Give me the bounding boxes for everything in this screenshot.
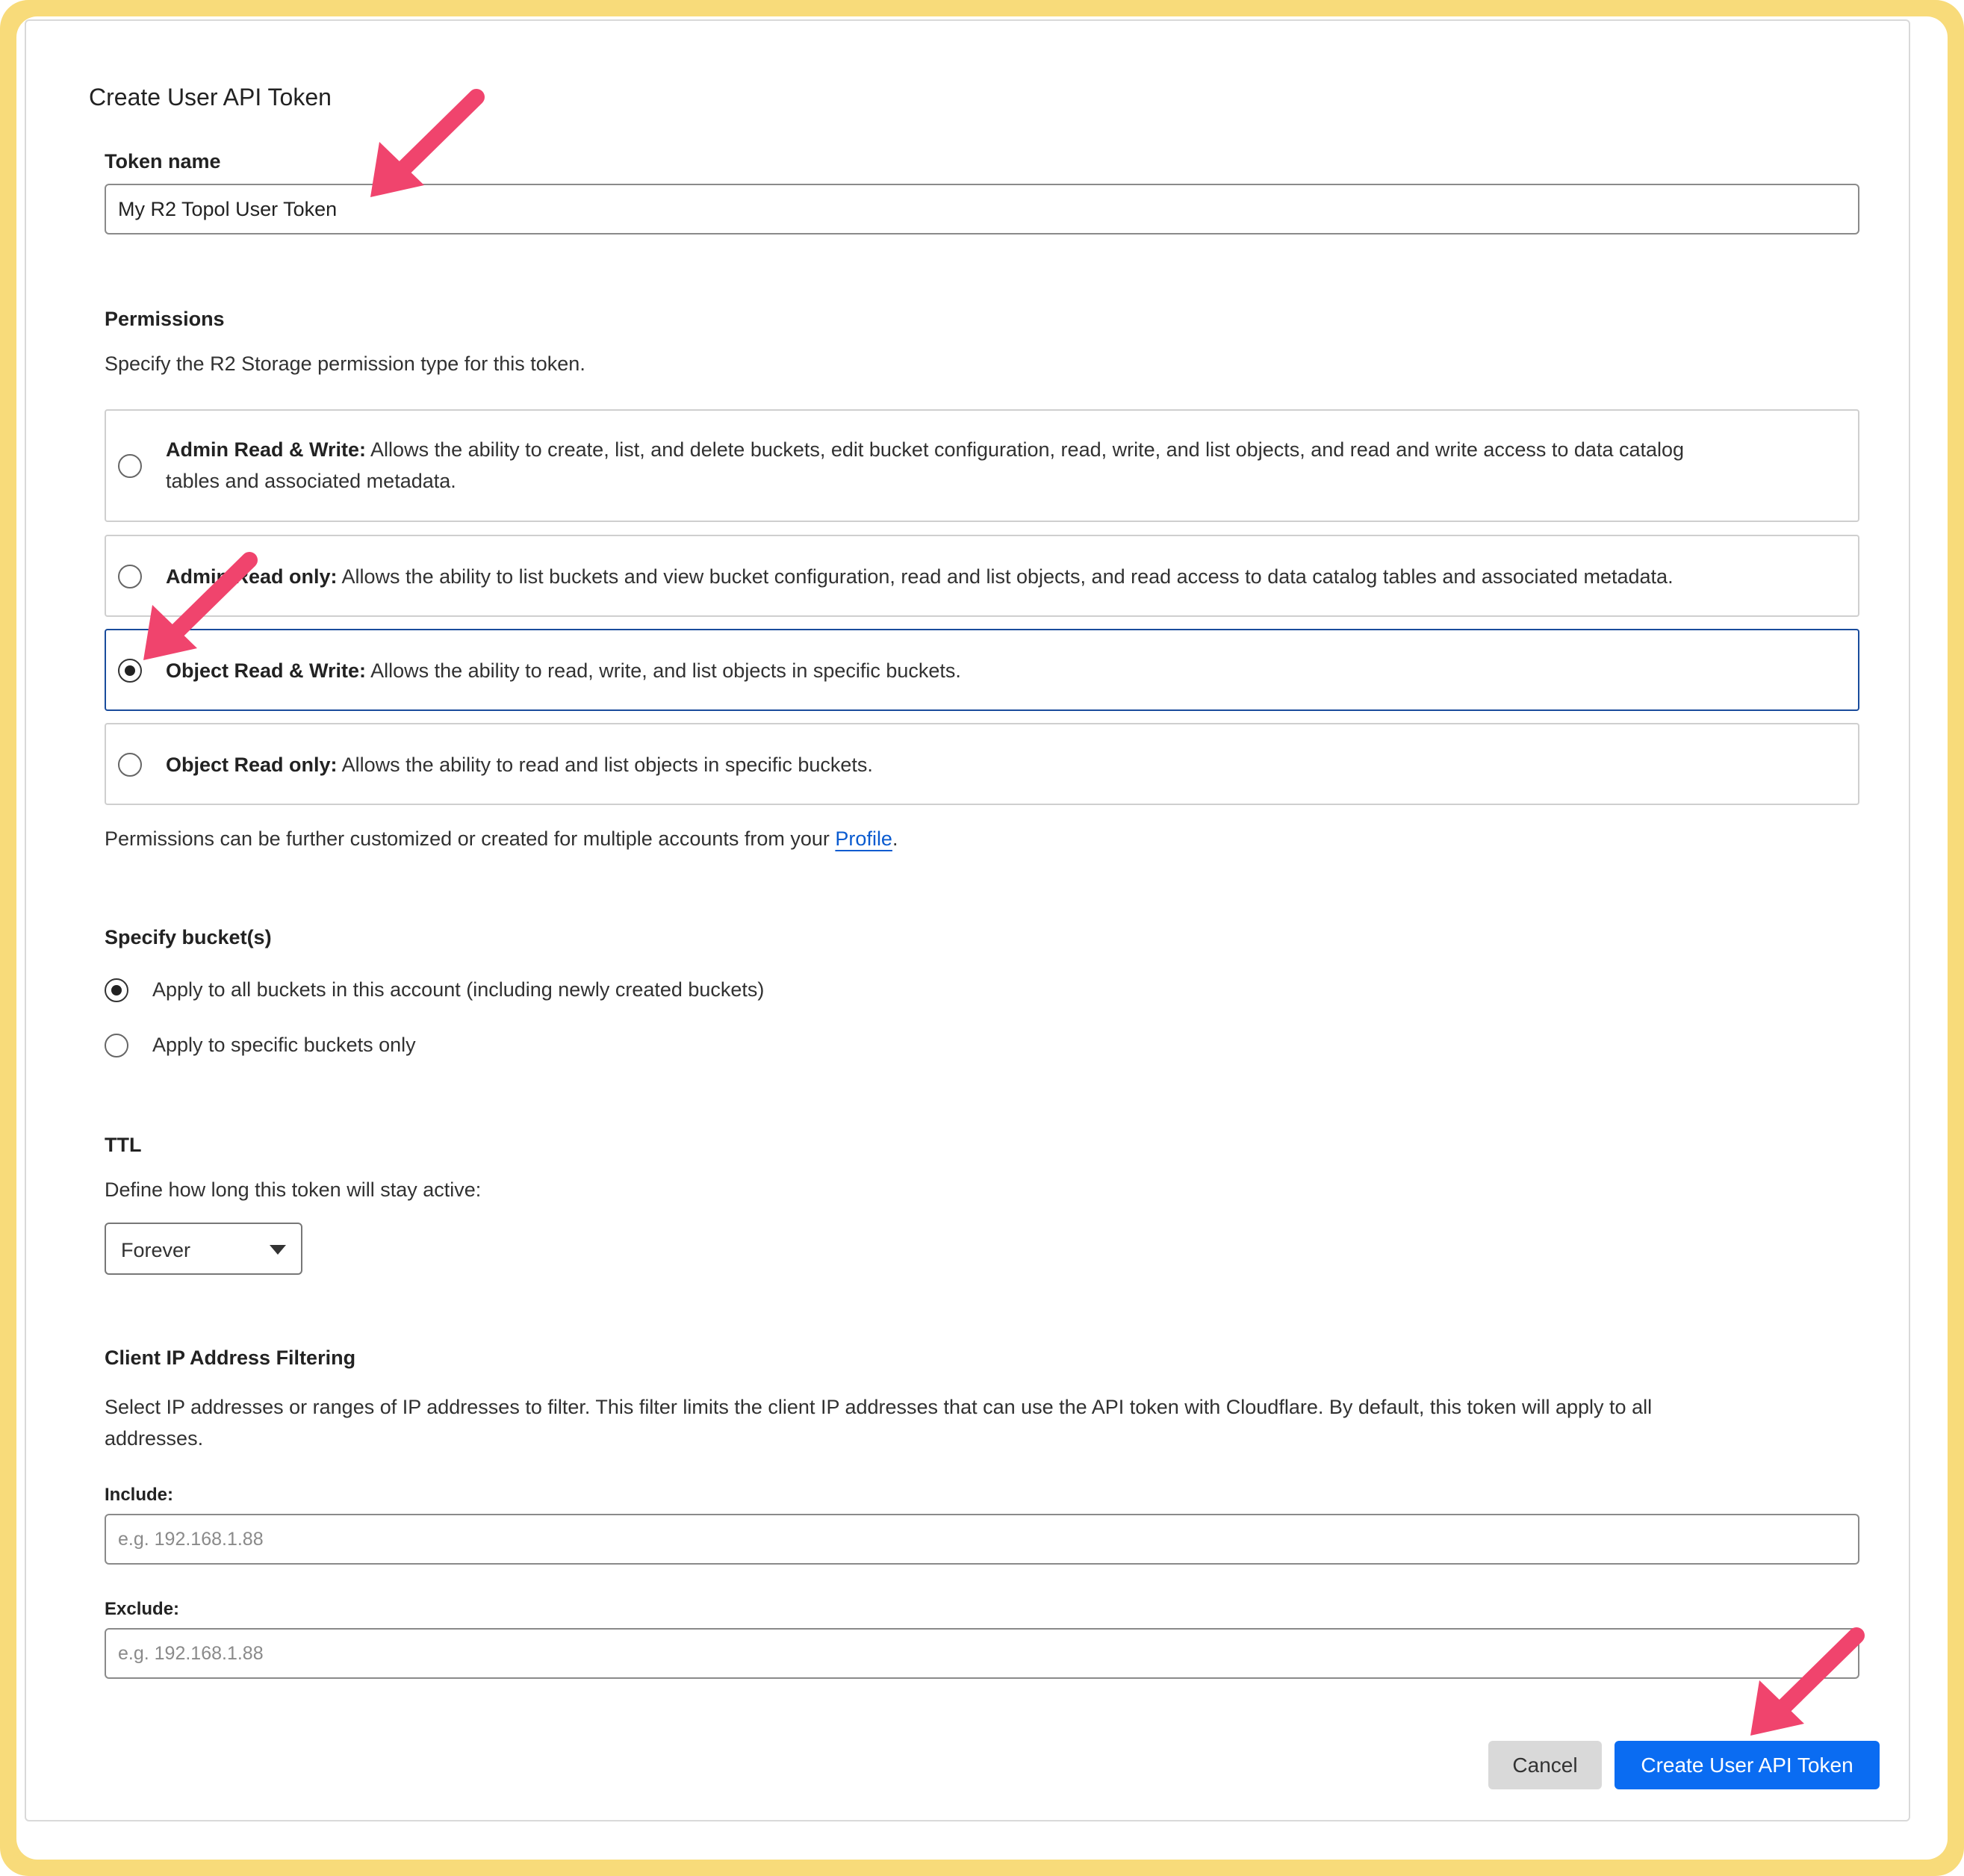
token-name-label: Token name bbox=[105, 150, 221, 173]
admin-read-write-text: Admin Read & Write: Allows the ability t… bbox=[166, 434, 1846, 497]
chevron-down-icon bbox=[270, 1245, 286, 1255]
permissions-footnote-suffix: . bbox=[892, 827, 898, 850]
cancel-button[interactable]: Cancel bbox=[1488, 1741, 1602, 1789]
object-read-only-radio[interactable] bbox=[118, 753, 142, 777]
ttl-description: Define how long this token will stay act… bbox=[105, 1178, 482, 1201]
object-read-only-name: Object Read only: bbox=[166, 754, 338, 776]
ip-filter-desc-1: Select IP addresses or ranges of IP addr… bbox=[105, 1396, 1653, 1418]
all-buckets-radio[interactable] bbox=[105, 978, 128, 1002]
permission-option-object-read-write[interactable]: Object Read & Write: Allows the ability … bbox=[105, 629, 1859, 711]
admin-read-write-name: Admin Read & Write: bbox=[166, 438, 367, 461]
admin-read-write-desc-1: Allows the ability to create, list, and … bbox=[370, 438, 1685, 461]
ttl-heading: TTL bbox=[105, 1134, 142, 1156]
permissions-footnote-prefix: Permissions can be further customized or… bbox=[105, 827, 836, 850]
object-read-only-desc: Allows the ability to read and list obje… bbox=[341, 754, 873, 776]
object-read-only-text: Object Read only: Allows the ability to … bbox=[166, 749, 1853, 780]
page-title: Create User API Token bbox=[89, 84, 332, 111]
permissions-heading: Permissions bbox=[105, 308, 225, 330]
admin-read-only-desc: Allows the ability to list buckets and v… bbox=[341, 565, 1674, 588]
create-user-api-token-button[interactable]: Create User API Token bbox=[1615, 1741, 1880, 1789]
specific-buckets-radio[interactable] bbox=[105, 1034, 128, 1057]
object-read-write-desc: Allows the ability to read, write, and l… bbox=[370, 659, 961, 682]
admin-read-write-radio[interactable] bbox=[118, 454, 142, 478]
specific-buckets-label[interactable]: Apply to specific buckets only bbox=[152, 1034, 416, 1057]
object-read-write-text: Object Read & Write: Allows the ability … bbox=[166, 655, 1853, 686]
annotation-arrow-icon bbox=[143, 552, 258, 660]
permission-option-admin-read-only[interactable]: Admin Read only: Allows the ability to l… bbox=[105, 535, 1859, 617]
profile-link[interactable]: Profile bbox=[835, 827, 892, 850]
admin-read-only-text: Admin Read only: Allows the ability to l… bbox=[166, 561, 1853, 592]
exclude-ip-input[interactable] bbox=[105, 1628, 1859, 1679]
include-label: Include: bbox=[105, 1485, 174, 1505]
ip-filter-description: Select IP addresses or ranges of IP addr… bbox=[105, 1391, 1867, 1454]
permission-option-object-read-only[interactable]: Object Read only: Allows the ability to … bbox=[105, 723, 1859, 805]
ttl-selected-value: Forever bbox=[121, 1239, 191, 1261]
ip-filter-heading: Client IP Address Filtering bbox=[105, 1347, 356, 1369]
ip-filter-desc-2: addresses. bbox=[105, 1427, 204, 1450]
buckets-heading: Specify bucket(s) bbox=[105, 926, 272, 948]
annotation-arrow-icon bbox=[1750, 1627, 1865, 1736]
permissions-description: Specify the R2 Storage permission type f… bbox=[105, 352, 585, 375]
permission-option-admin-read-write[interactable]: Admin Read & Write: Allows the ability t… bbox=[105, 409, 1859, 522]
admin-read-write-desc-2: tables and associated metadata. bbox=[166, 470, 456, 492]
permissions-footnote: Permissions can be further customized or… bbox=[105, 827, 898, 851]
exclude-label: Exclude: bbox=[105, 1599, 180, 1619]
annotation-arrow-icon bbox=[370, 89, 485, 197]
all-buckets-label[interactable]: Apply to all buckets in this account (in… bbox=[152, 978, 764, 1001]
ttl-select[interactable]: Forever bbox=[105, 1223, 302, 1275]
include-ip-input[interactable] bbox=[105, 1514, 1859, 1565]
